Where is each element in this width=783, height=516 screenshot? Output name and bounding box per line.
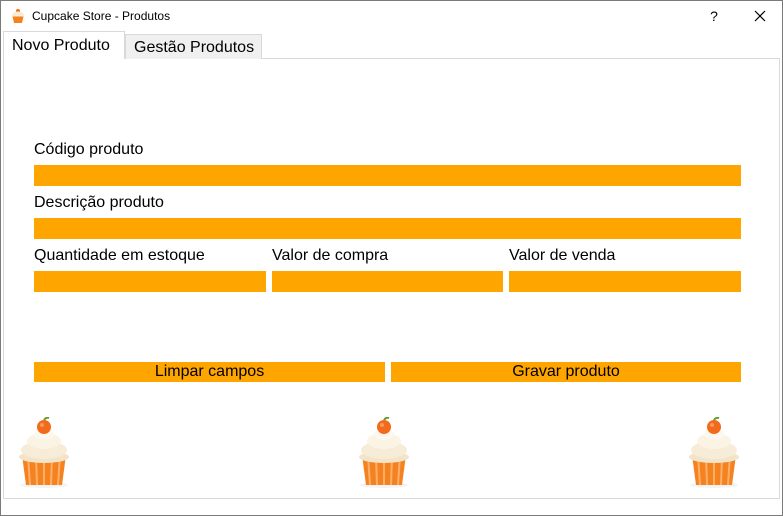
quantidade-label: Quantidade em estoque	[34, 247, 205, 264]
cupcake-icon	[12, 9, 24, 23]
cupcake-image	[689, 417, 739, 488]
valor-venda-label: Valor de venda	[509, 247, 616, 264]
app-window: Cupcake Store - Produtos ? Novo Produto …	[0, 0, 783, 516]
limpar-campos-button[interactable]: Limpar campos	[34, 362, 385, 382]
cupcake-image	[359, 417, 409, 488]
help-button[interactable]: ?	[701, 5, 727, 27]
valor-compra-field[interactable]	[272, 271, 503, 292]
novo-produto-panel: Código produto Descrição produto Quantid…	[3, 58, 780, 499]
cupcake-image	[19, 417, 69, 488]
window-title: Cupcake Store - Produtos	[32, 9, 171, 23]
valor-venda-field[interactable]	[509, 271, 741, 292]
title-bar[interactable]: Cupcake Store - Produtos ?	[1, 1, 782, 32]
codigo-label: Código produto	[34, 141, 144, 158]
tab-novo-produto[interactable]: Novo Produto	[3, 31, 125, 59]
close-icon	[754, 10, 766, 22]
quantidade-field[interactable]	[34, 271, 266, 292]
gravar-produto-button[interactable]: Gravar produto	[391, 362, 741, 382]
close-button[interactable]	[741, 3, 779, 29]
codigo-field[interactable]	[34, 165, 741, 186]
valor-compra-label: Valor de compra	[272, 247, 389, 264]
descricao-field[interactable]	[34, 218, 741, 239]
descricao-label: Descrição produto	[34, 194, 164, 211]
tab-gestao-produtos[interactable]: Gestão Produtos	[125, 34, 262, 59]
